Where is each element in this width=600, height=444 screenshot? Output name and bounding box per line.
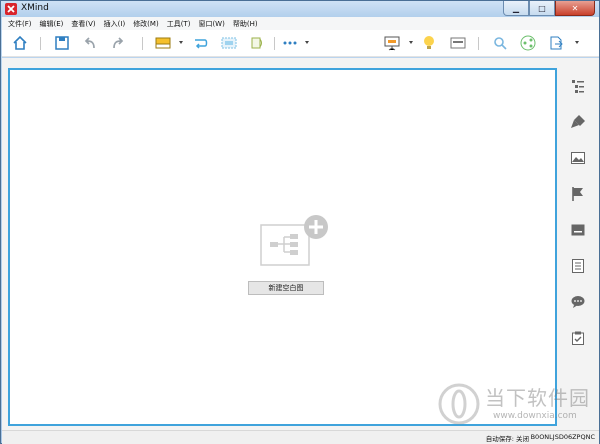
close-button[interactable]: ✕	[555, 1, 595, 16]
right-sidebar	[564, 58, 599, 430]
toolbar	[2, 30, 599, 57]
menu-window[interactable]: 窗口(W)	[198, 19, 224, 29]
xmind-logo-icon	[5, 3, 17, 15]
maximize-icon: □	[538, 3, 546, 13]
outline-icon[interactable]	[570, 78, 586, 94]
maximize-button[interactable]: □	[529, 1, 555, 16]
topic-icon[interactable]	[155, 35, 171, 51]
menu-edit[interactable]: 编辑(E)	[40, 19, 64, 29]
menu-view[interactable]: 查看(V)	[71, 19, 95, 29]
lightbulb-icon[interactable]	[421, 35, 437, 51]
map-canvas[interactable]: 新建空白图	[8, 68, 557, 426]
format-brush-icon[interactable]	[570, 114, 586, 130]
menu-bar: 文件(F) 编辑(E) 查看(V) 插入(I) 修改(M) 工具(T) 窗口(W…	[2, 17, 599, 30]
undo-icon[interactable]	[82, 35, 98, 51]
workspace: 新建空白图	[2, 58, 599, 430]
autosave-status[interactable]: 自动保存: 关闭	[486, 433, 529, 443]
new-map-icon[interactable]	[260, 215, 330, 270]
menu-help[interactable]: 帮助(H)	[233, 19, 258, 29]
summary-icon[interactable]	[249, 35, 265, 51]
status-bar: 自动保存: 关闭 B0ONLJSD06ZPQNC	[2, 430, 599, 444]
share-icon[interactable]	[520, 35, 536, 51]
comment-icon[interactable]	[570, 294, 586, 310]
minimize-button[interactable]: ▁	[503, 1, 529, 16]
task-icon[interactable]	[570, 330, 586, 346]
redo-icon[interactable]	[110, 35, 126, 51]
new-blank-map-button[interactable]: 新建空白图	[248, 281, 324, 295]
window-title: XMind	[21, 3, 49, 13]
layout-icon[interactable]	[450, 35, 466, 51]
export-icon[interactable]	[548, 35, 564, 51]
license-code: B0ONLJSD06ZPQNC	[530, 433, 595, 441]
save-icon[interactable]	[54, 35, 70, 51]
close-icon: ✕	[571, 3, 579, 13]
menu-file[interactable]: 文件(F)	[8, 19, 32, 29]
marker-flag-icon[interactable]	[570, 186, 586, 202]
title-bar[interactable]: XMind ▁ □ ✕	[1, 1, 599, 17]
boundary-icon[interactable]	[221, 35, 237, 51]
label-icon[interactable]	[570, 222, 586, 238]
app-window: XMind ▁ □ ✕ 文件(F) 编辑(E) 查看(V) 插入(I) 修改(M…	[0, 0, 600, 444]
menu-modify[interactable]: 修改(M)	[133, 19, 159, 29]
notes-icon[interactable]	[570, 258, 586, 274]
menu-insert[interactable]: 插入(I)	[104, 19, 126, 29]
home-icon[interactable]	[12, 35, 28, 51]
relationship-icon[interactable]	[193, 35, 209, 51]
search-icon[interactable]	[492, 35, 508, 51]
presentation-icon[interactable]	[384, 35, 400, 51]
menu-tools[interactable]: 工具(T)	[167, 19, 191, 29]
minimize-icon: ▁	[512, 3, 520, 13]
window-controls: ▁ □ ✕	[503, 1, 595, 16]
more-icon[interactable]	[282, 35, 298, 51]
image-icon[interactable]	[570, 150, 586, 166]
